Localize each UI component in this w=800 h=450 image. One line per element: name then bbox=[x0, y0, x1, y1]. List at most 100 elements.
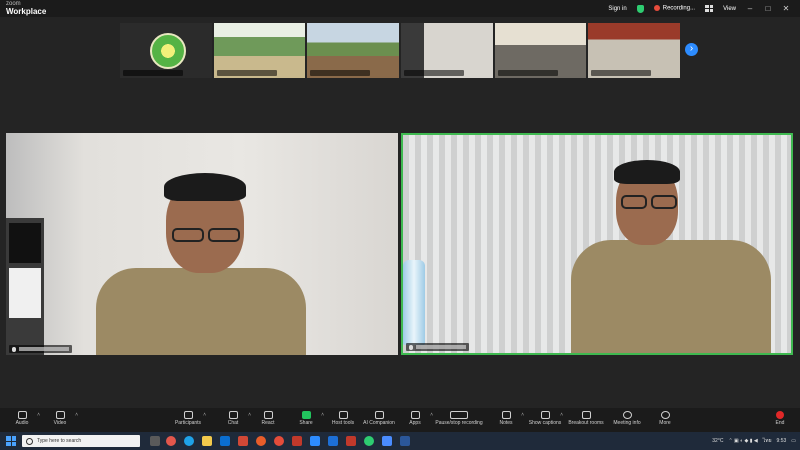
taskbar-search[interactable]: Type here to search bbox=[22, 435, 140, 447]
recording-indicator[interactable]: Recording... bbox=[653, 5, 695, 12]
more-icon bbox=[660, 411, 670, 419]
edge-icon[interactable] bbox=[184, 436, 194, 446]
windows-start-icon[interactable] bbox=[6, 436, 16, 446]
share-screen-icon bbox=[301, 411, 311, 419]
shield-icon[interactable] bbox=[636, 4, 644, 13]
participant-name-tag bbox=[406, 343, 469, 351]
participant-video bbox=[571, 155, 771, 353]
chat-button[interactable]: Chat ˄ bbox=[213, 411, 253, 426]
more-label: More bbox=[659, 420, 671, 426]
app-icon[interactable] bbox=[346, 436, 356, 446]
pdf-icon[interactable] bbox=[292, 436, 302, 446]
thumb-name bbox=[310, 70, 371, 76]
heart-icon bbox=[263, 411, 273, 419]
video-button[interactable]: Video ˄ bbox=[40, 411, 80, 426]
apps-button[interactable]: Apps ˄ bbox=[395, 411, 435, 426]
app-icon[interactable] bbox=[274, 436, 284, 446]
mail-icon[interactable] bbox=[238, 436, 248, 446]
audio-label: Audio bbox=[15, 420, 29, 426]
input-language[interactable]: ไทย bbox=[763, 437, 772, 445]
participant-name bbox=[416, 345, 466, 349]
participants-label: Participants bbox=[174, 420, 202, 426]
ai-companion-button[interactable]: AI Companion bbox=[359, 411, 399, 426]
pause-stop-icon bbox=[450, 411, 468, 419]
host-tools-label: Host tools bbox=[331, 420, 355, 426]
participants-button[interactable]: Participants ˄ bbox=[168, 411, 208, 426]
breakout-rooms-button[interactable]: Breakout rooms bbox=[566, 411, 606, 426]
chrome-icon[interactable] bbox=[256, 436, 266, 446]
participant-thumb[interactable] bbox=[588, 23, 681, 78]
department-logo-icon bbox=[150, 33, 186, 69]
microphone-icon bbox=[17, 411, 27, 419]
water-bottle bbox=[403, 260, 425, 345]
view-button[interactable]: View bbox=[723, 6, 736, 12]
participant-thumb[interactable] bbox=[120, 23, 212, 78]
react-button[interactable]: React bbox=[248, 411, 288, 426]
participant-thumb[interactable] bbox=[401, 23, 493, 78]
store-icon[interactable] bbox=[220, 436, 230, 446]
chevron-up-icon[interactable]: ˄ bbox=[430, 412, 433, 418]
participant-name-tag bbox=[9, 345, 72, 353]
participant-thumb[interactable] bbox=[307, 23, 400, 78]
mic-icon bbox=[409, 344, 413, 350]
task-view-icon[interactable] bbox=[150, 436, 160, 446]
participant-thumb[interactable] bbox=[213, 23, 306, 78]
thumb-name bbox=[497, 70, 558, 76]
chevron-up-icon[interactable]: ˄ bbox=[75, 412, 78, 418]
participant-strip bbox=[120, 23, 681, 78]
notes-icon bbox=[501, 411, 511, 419]
meeting-toolbar: Audio ˄ Video ˄ Participants ˄ Chat ˄ React … bbox=[0, 408, 800, 432]
video-tile-left[interactable] bbox=[6, 133, 398, 355]
clock[interactable]: 9:53 bbox=[777, 438, 787, 444]
apps-icon bbox=[410, 411, 420, 419]
app-icon[interactable] bbox=[328, 436, 338, 446]
app-icon[interactable] bbox=[364, 436, 374, 446]
signin-link[interactable]: Sign in bbox=[608, 6, 626, 12]
word-icon[interactable] bbox=[400, 436, 410, 446]
end-label: End bbox=[775, 420, 785, 426]
info-icon bbox=[622, 411, 632, 419]
react-label: React bbox=[261, 420, 275, 426]
end-button[interactable]: End bbox=[760, 411, 800, 426]
notification-icon[interactable]: ▭ bbox=[791, 438, 796, 444]
app-icon[interactable] bbox=[166, 436, 176, 446]
zoom-logo: zoom Workplace bbox=[6, 1, 46, 16]
participant-thumb[interactable] bbox=[494, 23, 587, 78]
next-page-button[interactable]: › bbox=[685, 43, 698, 56]
chevron-up-icon[interactable]: ˄ bbox=[521, 412, 524, 418]
app-icon[interactable] bbox=[382, 436, 392, 446]
thumb-name bbox=[123, 70, 183, 76]
chevron-up-icon[interactable]: ˄ bbox=[560, 412, 563, 418]
audio-button[interactable]: Audio ˄ bbox=[2, 411, 42, 426]
video-tile-right[interactable] bbox=[401, 133, 793, 355]
ai-label: AI Companion bbox=[363, 420, 395, 426]
search-icon bbox=[26, 437, 33, 445]
clock-time: 9:53 bbox=[776, 438, 787, 444]
meeting-info-label: Meeting info bbox=[613, 420, 641, 426]
pause-recording-button[interactable]: Pause/stop recording bbox=[434, 411, 484, 426]
host-tools-button[interactable]: Host tools bbox=[323, 411, 363, 426]
meeting-info-button[interactable]: Meeting info bbox=[607, 411, 647, 426]
close-icon[interactable]: ✕ bbox=[782, 4, 790, 13]
more-button[interactable]: More bbox=[645, 411, 685, 426]
maximize-icon[interactable]: □ bbox=[764, 4, 772, 13]
chevron-up-icon[interactable]: ˄ bbox=[203, 412, 206, 418]
captions-button[interactable]: Show captions ˄ bbox=[525, 411, 565, 426]
title-bar: zoom Workplace Sign in Recording... View… bbox=[0, 0, 800, 17]
share-button[interactable]: Share ˄ bbox=[286, 411, 326, 426]
camera-icon bbox=[55, 411, 65, 419]
weather-temp[interactable]: 32°C bbox=[712, 438, 723, 444]
chevron-right-icon: › bbox=[689, 43, 694, 54]
cc-icon bbox=[540, 411, 550, 419]
record-icon bbox=[653, 5, 660, 12]
chat-label: Chat bbox=[227, 420, 239, 426]
minimize-icon[interactable]: – bbox=[746, 4, 754, 13]
people-icon bbox=[183, 411, 193, 419]
thumb-name bbox=[404, 70, 465, 76]
shield-icon bbox=[338, 411, 348, 419]
zoom-icon[interactable] bbox=[310, 436, 320, 446]
notes-button[interactable]: Notes ˄ bbox=[486, 411, 526, 426]
file-explorer-icon[interactable] bbox=[202, 436, 212, 446]
tray-icons[interactable]: ⌃ ▣ ◐ ◆ ▮ ◀ bbox=[728, 438, 757, 444]
taskbar: Type here to search 32°C ⌃ ▣ ◐ ◆ ▮ ◀ ไทย… bbox=[0, 432, 800, 450]
